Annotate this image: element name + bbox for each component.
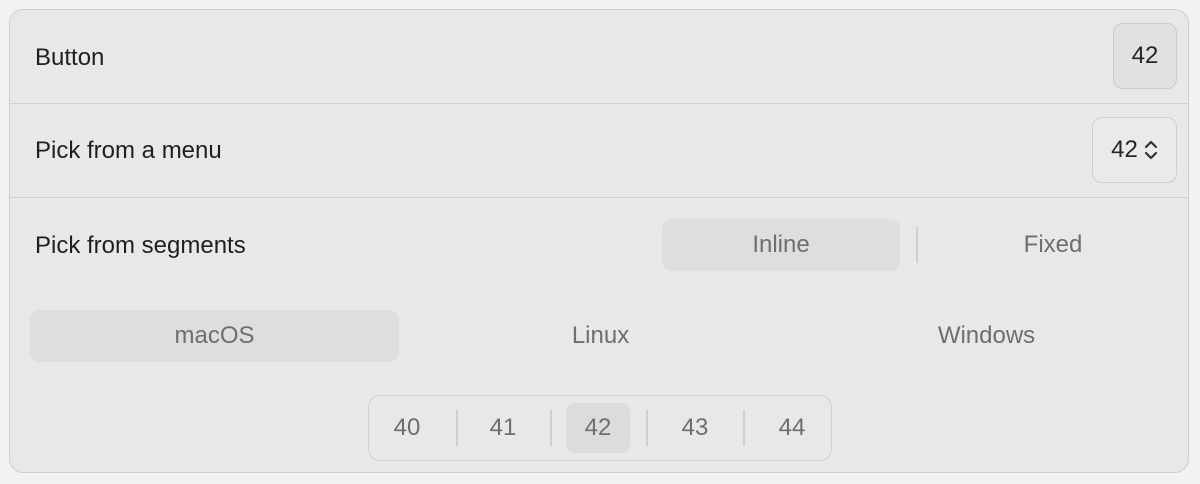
- up-down-chevron-icon: [1144, 140, 1157, 160]
- button-row: Button 42: [10, 10, 1188, 103]
- segment-number-label: 40: [393, 414, 421, 441]
- segments-row: Pick from segments Inline Fixed macOS Li…: [10, 199, 1188, 472]
- menu-popup-button[interactable]: 42: [1092, 117, 1177, 183]
- segment-macos-label: macOS: [174, 322, 255, 349]
- segment-macos[interactable]: macOS: [30, 310, 399, 362]
- segment-windows-label: Windows: [937, 322, 1036, 349]
- segment-number-40[interactable]: 40: [375, 403, 439, 453]
- menu-row-label: Pick from a menu: [35, 137, 222, 164]
- segment-linux[interactable]: Linux: [416, 310, 785, 362]
- button-row-label: Button: [35, 44, 105, 71]
- menu-row: Pick from a menu 42: [10, 104, 1188, 198]
- segment-separator: [456, 410, 458, 446]
- segment-separator: [916, 227, 918, 263]
- segment-number-label: 44: [778, 414, 806, 441]
- segment-number-43[interactable]: 43: [663, 403, 727, 453]
- row-divider: [10, 197, 1188, 198]
- number-segmented-control: 40 41 42 43 44: [368, 395, 832, 461]
- segment-number-label: 41: [489, 414, 517, 441]
- segments-row-label: Pick from segments: [35, 232, 246, 259]
- segment-number-label: 42: [584, 414, 612, 441]
- segment-number-44[interactable]: 44: [760, 403, 824, 453]
- segment-number-41[interactable]: 41: [471, 403, 535, 453]
- mode-segmented-control: Inline Fixed: [662, 219, 1172, 271]
- segment-fixed-label: Fixed: [1023, 231, 1083, 258]
- segment-number-label: 43: [681, 414, 709, 441]
- os-segmented-control: macOS Linux Windows: [30, 310, 1172, 362]
- value-button[interactable]: 42: [1113, 23, 1177, 89]
- segment-fixed[interactable]: Fixed: [934, 219, 1172, 271]
- menu-selected-value: 42: [1111, 136, 1138, 163]
- segment-number-42[interactable]: 42: [566, 403, 630, 453]
- segment-separator: [550, 410, 552, 446]
- segment-separator: [743, 410, 745, 446]
- segment-inline-label: Inline: [752, 231, 810, 258]
- settings-card: Button 42 Pick from a menu 42 Pick from …: [9, 9, 1189, 473]
- segment-inline[interactable]: Inline: [662, 219, 900, 271]
- segment-separator: [646, 410, 648, 446]
- segment-windows[interactable]: Windows: [802, 310, 1171, 362]
- segment-linux-label: Linux: [571, 322, 630, 349]
- value-button-label: 42: [1131, 42, 1159, 69]
